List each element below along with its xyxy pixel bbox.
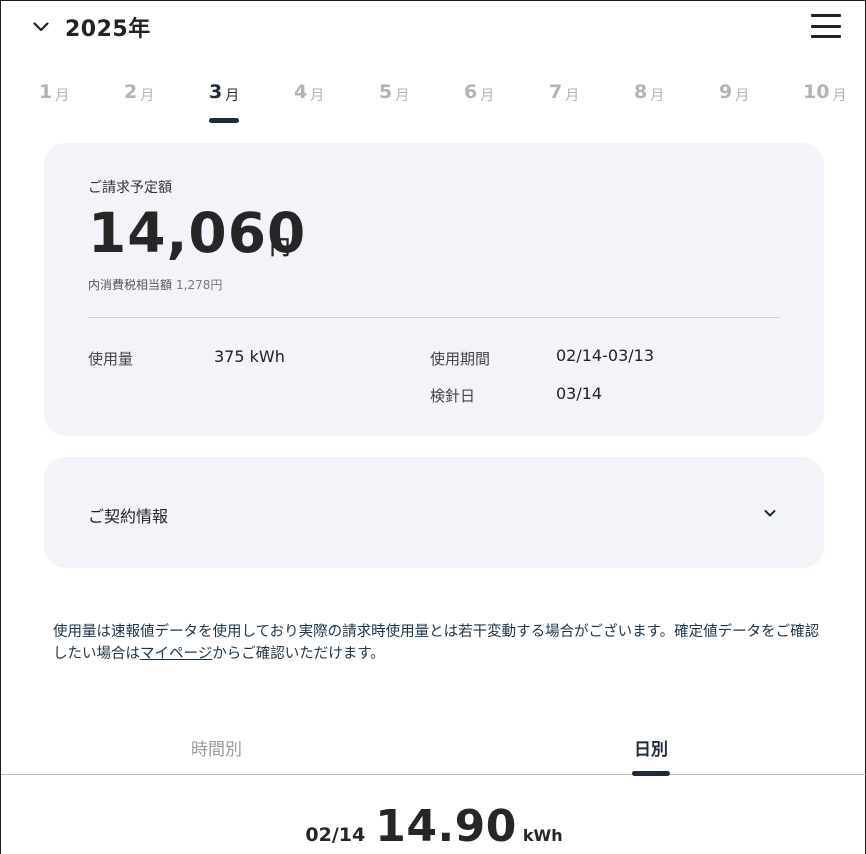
tab-month-8[interactable]: 8月 <box>634 81 664 129</box>
menu-bar <box>811 35 841 38</box>
active-tab-indicator <box>632 771 670 776</box>
month-number: 9 <box>719 81 733 103</box>
usage-notice: 使用量は速報値データを使用しており実際の請求時使用量とは若干変動する場合がござい… <box>53 621 823 665</box>
month-number: 6 <box>464 81 478 103</box>
tax-row: 内消費税相当額 1,278円 <box>88 276 222 293</box>
bill-summary-card: ご請求予定額 14,060 円 内消費税相当額 1,278円 使用量 375 kW… <box>44 143 824 436</box>
tax-value: 1,278円 <box>176 278 223 292</box>
month-unit: 月 <box>565 88 580 104</box>
year-selector[interactable]: 2025年 <box>31 9 151 45</box>
daily-unit: kWh <box>522 826 563 845</box>
view-tabs: 時間別 日別 <box>1 731 866 776</box>
tab-month-6[interactable]: 6月 <box>464 81 494 129</box>
tab-month-9[interactable]: 9月 <box>719 81 749 129</box>
usage-label: 使用量 <box>88 350 134 368</box>
month-unit: 月 <box>832 88 847 104</box>
daily-usage-readout: 02/14 14.90 kWh <box>1 801 866 852</box>
reading-date-value: 03/14 <box>556 384 603 403</box>
year-label: 2025年 <box>65 17 151 42</box>
contract-info-label: ご契約情報 <box>88 507 169 526</box>
month-unit: 月 <box>395 88 410 104</box>
tab-hourly[interactable]: 時間別 <box>191 735 242 760</box>
month-tabs: 1月 2月 3月 4月 5月 6月 7月 8月 9月 10 月 <box>1 81 866 129</box>
tab-month-1[interactable]: 1月 <box>39 81 69 129</box>
tab-daily[interactable]: 日別 <box>632 735 670 776</box>
menu-bar <box>811 24 841 28</box>
tab-month-4[interactable]: 4月 <box>294 81 324 129</box>
month-unit: 月 <box>225 88 240 104</box>
month-number: 8 <box>634 81 648 103</box>
month-unit: 月 <box>55 88 70 104</box>
mypage-link[interactable]: マイページ <box>140 646 212 662</box>
divider <box>88 317 780 318</box>
month-number: 4 <box>294 81 308 103</box>
tab-month-3[interactable]: 3月 <box>209 81 240 129</box>
tab-month-5[interactable]: 5月 <box>379 81 409 129</box>
chevron-down-icon <box>31 17 51 37</box>
usage-value: 375 kWh <box>214 347 285 366</box>
reading-date-label: 検針日 <box>430 387 476 405</box>
chevron-down-icon <box>762 505 778 521</box>
tab-month-2[interactable]: 2月 <box>124 81 154 129</box>
month-unit: 月 <box>140 88 155 104</box>
contract-info-accordion[interactable]: ご契約情報 <box>44 457 824 568</box>
month-number: 7 <box>549 81 563 103</box>
tax-label: 内消費税相当額 <box>88 278 173 292</box>
month-number: 10 <box>803 81 830 103</box>
month-unit: 月 <box>650 88 665 104</box>
tab-daily-label: 日別 <box>634 740 668 760</box>
bill-currency-unit: 円 <box>270 235 290 259</box>
period-value: 02/14-03/13 <box>556 346 654 365</box>
month-number: 5 <box>379 81 393 103</box>
month-number: 1 <box>39 81 53 103</box>
month-number: 3 <box>209 81 223 103</box>
hamburger-menu-icon[interactable] <box>811 13 841 39</box>
tab-month-10[interactable]: 10 月 <box>803 81 846 129</box>
daily-date: 02/14 <box>305 824 366 846</box>
period-label: 使用期間 <box>430 350 491 368</box>
app-frame: 2025年 1月 2月 3月 4月 5月 6月 7月 8月 9 月 10 月 ご… <box>0 0 866 854</box>
month-unit: 月 <box>480 88 495 104</box>
active-tab-indicator <box>209 118 240 123</box>
notice-text-end: からご確認いただけます。 <box>212 646 385 662</box>
month-unit: 月 <box>310 88 325 104</box>
tab-month-7[interactable]: 7月 <box>549 81 579 129</box>
bill-caption: ご請求予定額 <box>88 180 172 196</box>
month-number: 2 <box>124 81 138 103</box>
daily-value: 14.90 <box>375 801 517 852</box>
menu-bar <box>811 14 841 17</box>
month-unit: 月 <box>735 88 750 104</box>
